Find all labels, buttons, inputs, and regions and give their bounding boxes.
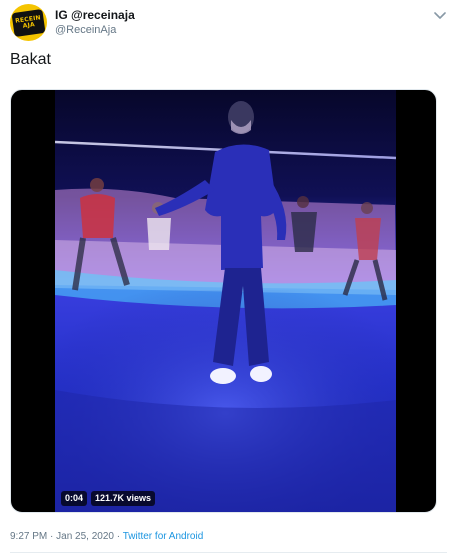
meta-separator: · [47,531,57,542]
tweet-text: Bakat [10,51,51,68]
tweet-meta: 9:27 PM · Jan 25, 2020 · Twitter for And… [10,530,203,543]
chevron-down-icon[interactable] [432,8,448,24]
tweet-source-link[interactable]: Twitter for Android [123,531,204,542]
tweet-date[interactable]: Jan 25, 2020 [56,531,114,542]
avatar-logo: RECEIN AJA [11,8,46,37]
video-duration-badge: 0:04 [61,491,88,506]
author-handle[interactable]: @ReceinAja [55,23,135,37]
video-player[interactable]: 0:04 121.7K views [10,89,437,513]
author-names: IG @receinaja @ReceinAja [55,8,135,37]
tweet-card: RECEIN AJA IG @receinaja @ReceinAja Baka… [0,0,462,560]
avatar[interactable]: RECEIN AJA [10,4,47,41]
video-views-badge: 121.7K views [91,491,156,506]
divider [10,552,447,553]
meta-separator-2: · [113,531,123,542]
video-overlay: 0:04 121.7K views [61,491,156,506]
tweet-header: RECEIN AJA IG @receinaja @ReceinAja [10,4,450,44]
avatar-text-bottom: AJA [22,20,36,30]
tweet-time[interactable]: 9:27 PM [10,531,47,542]
video-frame[interactable]: 0:04 121.7K views [55,90,396,512]
author-display-name[interactable]: IG @receinaja [55,8,135,23]
